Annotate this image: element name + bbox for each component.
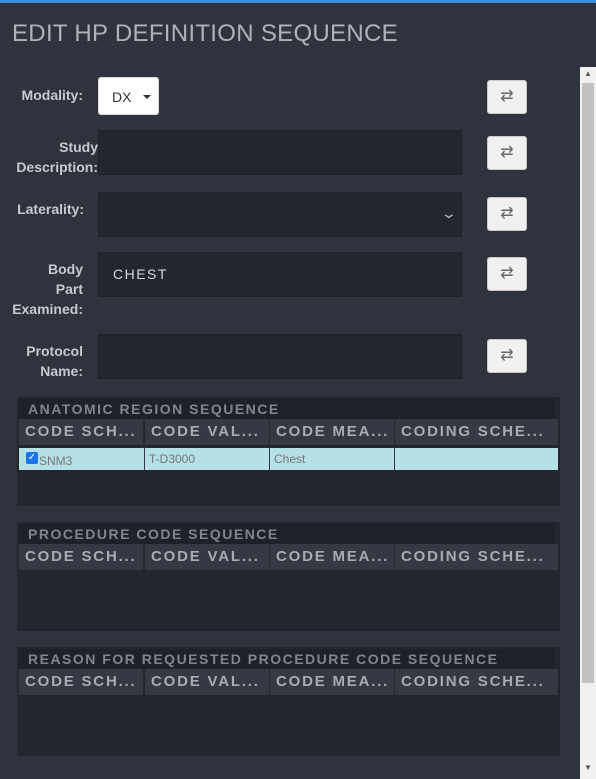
cell-coding-scheme	[395, 448, 558, 470]
anatomic-region-section: ANATOMIC REGION SEQUENCE CODE SCH... COD…	[17, 397, 560, 506]
cell-code-meaning: Chest	[270, 448, 395, 470]
swap-button-study-description[interactable]: ⇄	[487, 136, 527, 170]
modality-value: DX	[112, 89, 132, 105]
modality-dropdown[interactable]: DX	[98, 77, 159, 115]
laterality-select[interactable]: ⌄	[98, 192, 462, 237]
column-header-code-value[interactable]: CODE VAL...	[145, 544, 269, 570]
swap-icon: ⇄	[500, 205, 514, 222]
swap-icon: ⇄	[500, 347, 514, 364]
reason-code-section: REASON FOR REQUESTED PROCEDURE CODE SEQU…	[17, 647, 560, 756]
row-checkbox[interactable]: ✓	[26, 452, 38, 464]
page-title: EDIT HP DEFINITION SEQUENCE	[12, 20, 398, 47]
top-accent-bar	[0, 0, 596, 3]
column-header-coding-scheme[interactable]: CODING SCHE...	[395, 669, 558, 695]
table-row[interactable]: ✓ SNM3 T-D3000 Chest	[19, 448, 558, 470]
column-header-code-scheme[interactable]: CODE SCH...	[19, 419, 143, 445]
column-header-code-value[interactable]: CODE VAL...	[145, 419, 269, 445]
column-header-code-meaning[interactable]: CODE MEA...	[270, 669, 394, 695]
section-title: REASON FOR REQUESTED PROCEDURE CODE SEQU…	[19, 649, 554, 669]
cell-code-value: T-D3000	[145, 448, 270, 470]
scroll-down-icon[interactable]: ▼	[580, 763, 596, 772]
modality-label: Modality:	[21, 87, 83, 103]
column-header-code-scheme[interactable]: CODE SCH...	[19, 544, 143, 570]
swap-icon: ⇄	[500, 265, 514, 282]
protocol-name-input[interactable]	[98, 334, 462, 379]
section-title: ANATOMIC REGION SEQUENCE	[19, 399, 554, 419]
body-part-label: Body Part Examined:	[12, 261, 83, 317]
swap-button-laterality[interactable]: ⇄	[487, 197, 527, 231]
column-header-code-meaning[interactable]: CODE MEA...	[270, 419, 394, 445]
swap-button-protocol-name[interactable]: ⇄	[487, 339, 527, 373]
section-title: PROCEDURE CODE SEQUENCE	[19, 524, 554, 544]
column-header-code-meaning[interactable]: CODE MEA...	[270, 544, 394, 570]
procedure-code-section: PROCEDURE CODE SEQUENCE CODE SCH... CODE…	[17, 522, 560, 631]
column-header-code-scheme[interactable]: CODE SCH...	[19, 669, 143, 695]
column-header-coding-scheme[interactable]: CODING SCHE...	[395, 544, 558, 570]
swap-icon: ⇄	[500, 88, 514, 105]
swap-button-body-part[interactable]: ⇄	[487, 257, 527, 291]
chevron-down-icon: ⌄	[440, 205, 458, 221]
vertical-scrollbar[interactable]: ▲ ▼	[580, 67, 596, 779]
swap-icon: ⇄	[500, 144, 514, 161]
cell-code-scheme: ✓ SNM3	[19, 448, 145, 470]
protocol-name-label: Protocol Name:	[26, 343, 83, 379]
scrollbar-thumb[interactable]	[582, 83, 594, 683]
body-part-input[interactable]: CHEST	[98, 252, 462, 297]
column-header-coding-scheme[interactable]: CODING SCHE...	[395, 419, 558, 445]
caret-down-icon	[143, 95, 151, 99]
laterality-label: Laterality:	[17, 201, 84, 217]
study-description-label: Study Description:	[16, 139, 98, 175]
swap-button-modality[interactable]: ⇄	[487, 80, 527, 114]
column-header-code-value[interactable]: CODE VAL...	[145, 669, 269, 695]
study-description-input[interactable]	[98, 130, 462, 175]
scroll-up-icon[interactable]: ▲	[580, 69, 596, 78]
